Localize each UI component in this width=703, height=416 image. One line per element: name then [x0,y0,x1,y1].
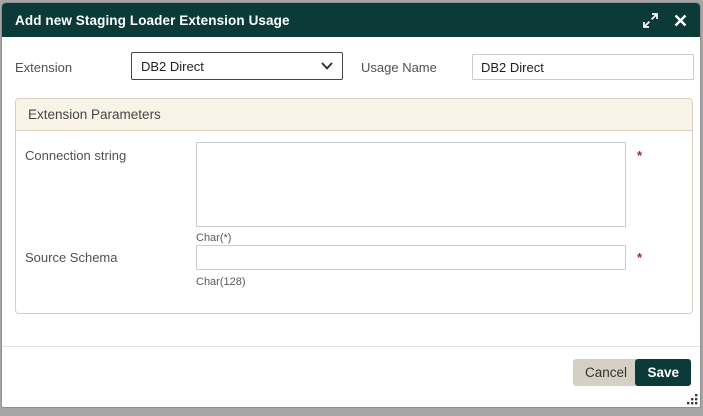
resize-grip-icon[interactable] [686,393,698,405]
dialog-title: Add new Staging Loader Extension Usage [15,12,290,28]
dialog-add-staging-loader-extension-usage: Add new Staging Loader Extension Usage E… [1,2,701,408]
extension-select[interactable]: DB2 Direct [131,52,343,80]
source-schema-hint: Char(128) [196,276,246,288]
page-background: Add new Staging Loader Extension Usage E… [0,0,703,416]
source-schema-input[interactable] [196,245,626,270]
expand-icon[interactable] [643,12,658,28]
extension-label: Extension [15,60,73,75]
source-schema-label: Source Schema [25,250,118,265]
source-schema-required-marker: * [637,250,643,265]
usage-name-label: Usage Name [361,60,437,75]
chevron-down-icon [321,62,333,70]
dialog-titlebar: Add new Staging Loader Extension Usage [2,3,700,37]
extension-parameters-panel: Extension Parameters Connection string *… [15,98,693,314]
cancel-button[interactable]: Cancel [572,359,639,386]
extension-select-value: DB2 Direct [141,58,204,74]
connection-string-label: Connection string [25,148,127,163]
close-icon[interactable] [674,14,687,27]
footer-divider [2,346,700,347]
connection-string-textarea[interactable] [196,142,626,227]
save-button[interactable]: Save [635,359,691,386]
usage-name-input[interactable] [472,54,694,80]
extension-parameters-header: Extension Parameters [16,99,692,131]
connection-string-required-marker: * [637,148,643,163]
connection-string-hint: Char(*) [196,232,232,244]
